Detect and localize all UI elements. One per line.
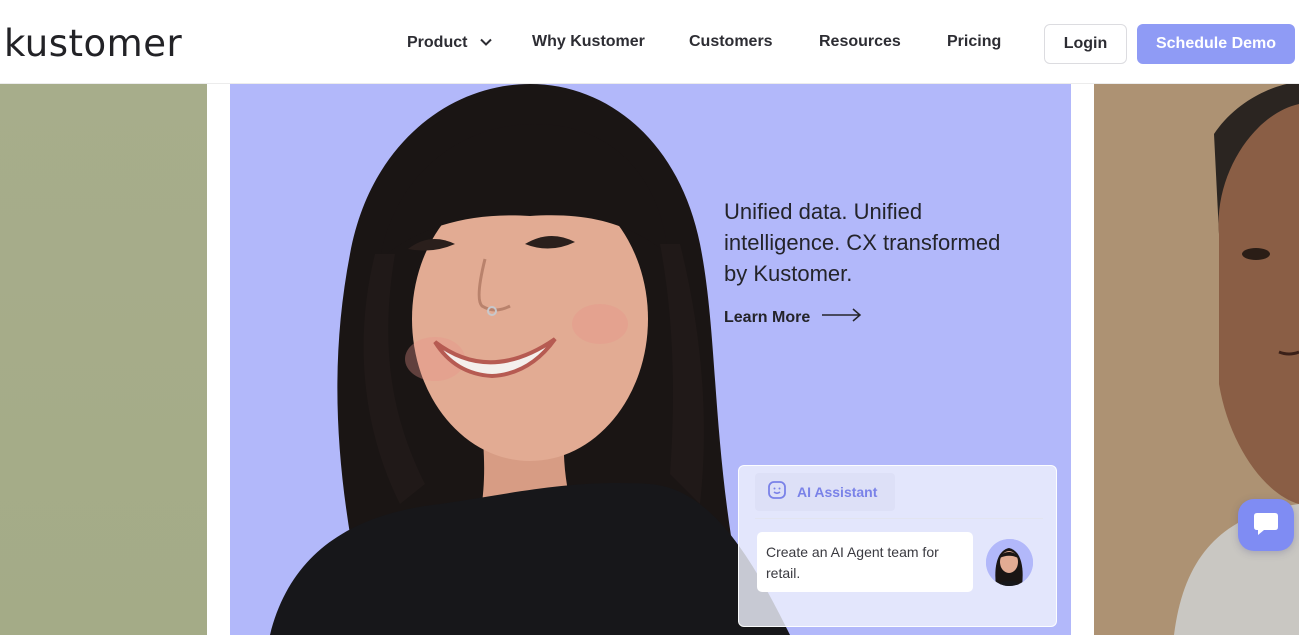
chevron-down-icon bbox=[480, 33, 492, 51]
arrow-right-icon bbox=[822, 308, 862, 327]
carousel-slide-left bbox=[0, 84, 207, 635]
portrait-image-right bbox=[1094, 84, 1299, 635]
schedule-demo-button[interactable]: Schedule Demo bbox=[1137, 24, 1295, 64]
nav-item-resources[interactable]: Resources bbox=[819, 33, 901, 51]
nav-item-label: Resources bbox=[819, 33, 901, 50]
logo-text: kustomer bbox=[4, 22, 183, 65]
learn-more-link[interactable]: Learn More bbox=[724, 308, 862, 327]
nav-item-pricing[interactable]: Pricing bbox=[947, 33, 1001, 51]
ai-card-divider bbox=[755, 518, 1043, 519]
ai-assistant-card: AI Assistant Create an AI Agent team for… bbox=[738, 465, 1057, 627]
nav-item-label: Product bbox=[407, 34, 468, 51]
kustomer-logo[interactable]: kustomer bbox=[4, 22, 182, 65]
nav-item-label: Pricing bbox=[947, 33, 1002, 50]
login-button[interactable]: Login bbox=[1044, 24, 1127, 64]
nav-item-why-kustomer[interactable]: Why Kustomer bbox=[532, 33, 645, 51]
ai-assistant-label: AI Assistant bbox=[797, 484, 878, 500]
chat-bubble-icon bbox=[1252, 509, 1280, 542]
carousel-slide-right bbox=[1094, 84, 1299, 635]
ai-assistant-chip: AI Assistant bbox=[755, 473, 895, 511]
learn-more-label: Learn More bbox=[724, 308, 811, 326]
user-avatar bbox=[986, 539, 1033, 586]
nav-item-product[interactable]: Product bbox=[407, 33, 492, 52]
chat-launcher-button[interactable] bbox=[1238, 499, 1294, 551]
nav-item-label: Why Kustomer bbox=[532, 33, 645, 50]
nav-item-label: Customers bbox=[689, 33, 773, 50]
hero-headline: Unified data. Unified intelligence. CX t… bbox=[724, 199, 1001, 286]
smile-bot-icon bbox=[767, 480, 787, 505]
nav-item-customers[interactable]: Customers bbox=[689, 33, 773, 51]
site-header: kustomer Product Why Kustomer Customers … bbox=[0, 0, 1299, 84]
ai-message-bubble: Create an AI Agent team for retail. bbox=[757, 532, 973, 592]
